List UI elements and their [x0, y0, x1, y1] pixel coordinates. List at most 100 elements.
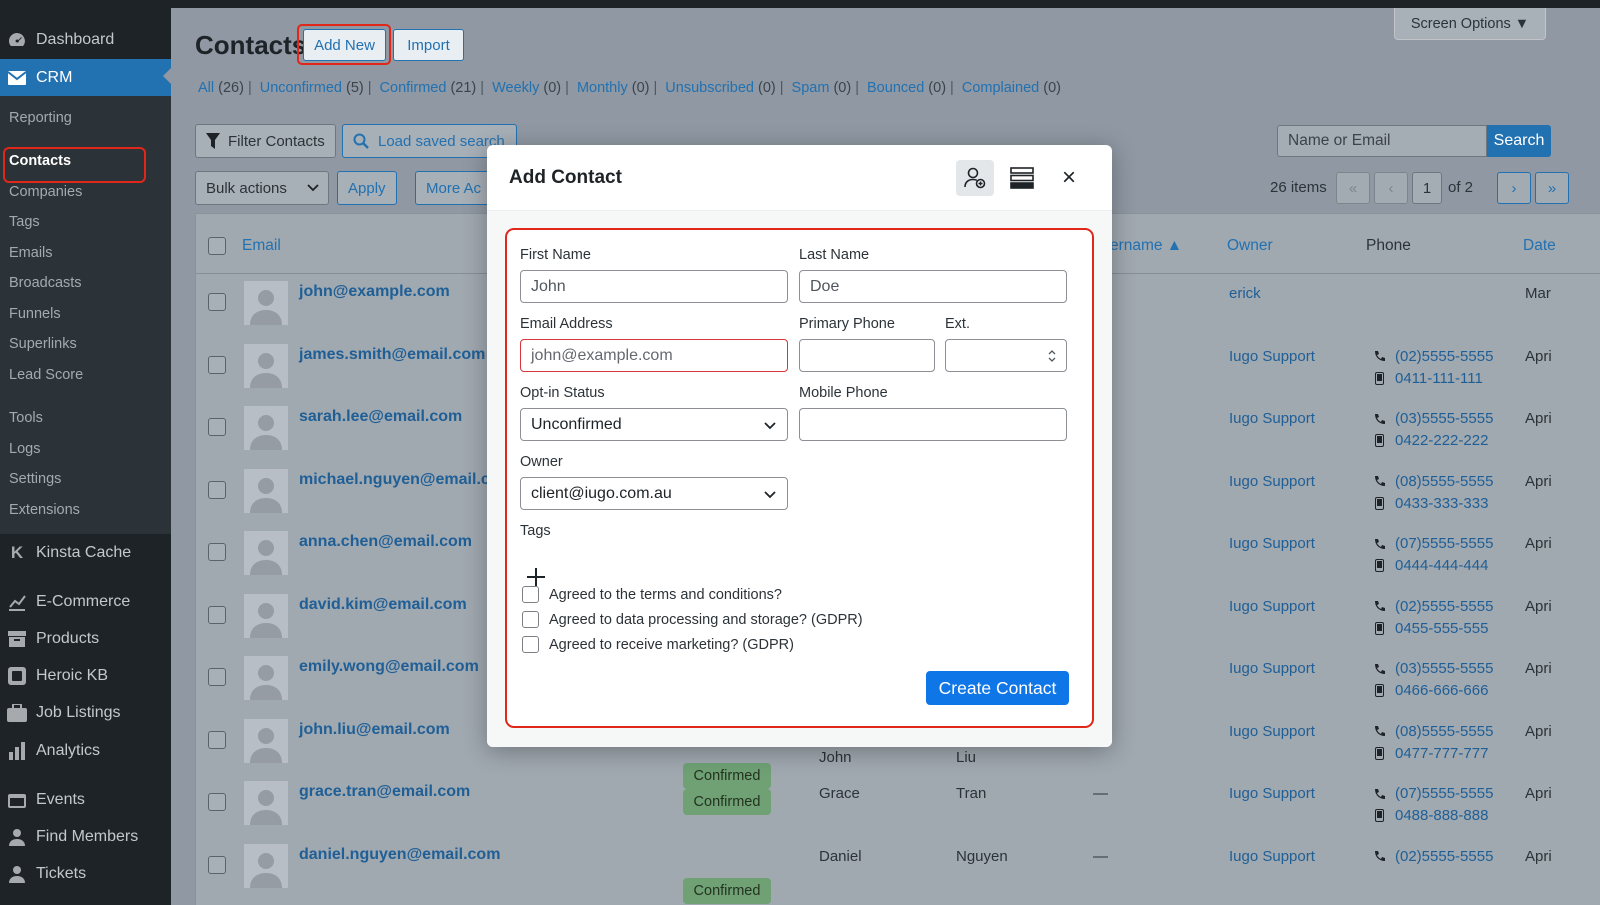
add-tag-plus-icon[interactable] [525, 566, 547, 588]
sidebar-item-events[interactable]: Events [0, 783, 171, 817]
contact-email-link[interactable]: emily.wong@email.com [299, 658, 479, 676]
submenu-lead-score[interactable]: Lead Score [9, 364, 83, 386]
contact-email-link[interactable]: daniel.nguyen@email.com [299, 846, 500, 864]
column-date[interactable]: Date [1523, 237, 1556, 255]
sidebar-item-crm[interactable]: CRM [0, 59, 171, 96]
contact-email-link[interactable]: michael.nguyen@email.c [299, 471, 490, 489]
gdpr-marketing-checkbox[interactable] [522, 636, 539, 653]
contact-email-link[interactable]: john.liu@email.com [299, 721, 450, 739]
filter-bounced[interactable]: Bounced (0) [867, 80, 946, 96]
primary-phone[interactable]: (07)5555-5555 [1372, 785, 1493, 802]
first-page-button[interactable]: « [1336, 172, 1370, 204]
bulk-actions-select[interactable]: Bulk actions [195, 171, 329, 205]
search-button[interactable]: Search [1487, 125, 1551, 157]
submenu-reporting[interactable]: Reporting [9, 107, 72, 129]
primary-phone-field[interactable] [799, 339, 935, 372]
create-contact-button[interactable]: Create Contact [926, 671, 1069, 705]
bulk-form-view-button[interactable] [1003, 160, 1041, 196]
owner-link[interactable]: Iugo Support [1229, 598, 1315, 615]
gdpr-processing-checkbox[interactable] [522, 611, 539, 628]
row-checkbox[interactable] [208, 605, 226, 624]
submenu-extensions[interactable]: Extensions [9, 499, 80, 521]
sidebar-item-find-members[interactable]: Find Members [0, 820, 171, 854]
sidebar-item-heroic-kb[interactable]: Heroic KB [0, 659, 171, 693]
submenu-superlinks[interactable]: Superlinks [9, 333, 77, 355]
owner-link[interactable]: Iugo Support [1229, 535, 1315, 552]
submenu-companies[interactable]: Companies [9, 181, 82, 203]
owner-link[interactable]: Iugo Support [1229, 473, 1315, 490]
filter-spam[interactable]: Spam (0) [792, 80, 852, 96]
filter-unsubscribed[interactable]: Unsubscribed (0) [665, 80, 775, 96]
primary-phone[interactable]: (08)5555-5555 [1372, 723, 1493, 740]
contact-email-link[interactable]: james.smith@email.com [299, 346, 485, 364]
filter-contacts-button[interactable]: Filter Contacts [195, 124, 336, 158]
last-page-button[interactable]: » [1535, 172, 1569, 204]
sidebar-item-job-listings[interactable]: Job Listings [0, 696, 171, 730]
primary-phone[interactable]: (03)5555-5555 [1372, 660, 1493, 677]
contact-email-link[interactable]: david.kim@email.com [299, 596, 467, 614]
submenu-tools[interactable]: Tools [9, 407, 43, 429]
sidebar-item-kinsta-cache[interactable]: K Kinsta Cache [0, 536, 171, 570]
row-checkbox[interactable] [208, 668, 226, 686]
mobile-phone[interactable]: 0411-111-111 [1372, 370, 1483, 387]
row-checkbox[interactable] [208, 543, 226, 561]
select-all-checkbox[interactable] [208, 237, 226, 255]
last-name-field[interactable]: Doe [799, 270, 1067, 303]
column-email[interactable]: Email [242, 237, 281, 255]
submenu-funnels[interactable]: Funnels [9, 303, 61, 325]
primary-phone[interactable]: (02)5555-5555 [1372, 598, 1493, 615]
column-owner[interactable]: Owner [1227, 237, 1273, 255]
row-checkbox[interactable] [208, 855, 226, 874]
filter-unconfirmed[interactable]: Unconfirmed (5) [260, 80, 364, 96]
sidebar-item-tickets[interactable]: Tickets [0, 857, 171, 891]
primary-phone[interactable]: (02)5555-5555 [1372, 848, 1493, 865]
import-button[interactable]: Import [393, 29, 464, 61]
optin-status-select[interactable]: Unconfirmed [520, 408, 788, 441]
first-name-field[interactable]: John [520, 270, 788, 303]
owner-link[interactable]: Iugo Support [1229, 348, 1315, 365]
submenu-logs[interactable]: Logs [9, 438, 40, 460]
primary-phone[interactable]: (07)5555-5555 [1372, 535, 1493, 552]
filter-confirmed[interactable]: Confirmed (21) [380, 80, 477, 96]
email-field[interactable]: john@example.com [520, 339, 788, 372]
owner-select[interactable]: client@iugo.com.au [520, 477, 788, 510]
filter-weekly[interactable]: Weekly (0) [492, 80, 561, 96]
owner-link[interactable]: Iugo Support [1229, 410, 1315, 427]
row-checkbox[interactable] [208, 480, 226, 499]
mobile-phone-field[interactable] [799, 408, 1067, 441]
terms-checkbox[interactable] [522, 586, 539, 603]
owner-link[interactable]: Iugo Support [1229, 785, 1315, 802]
contact-email-link[interactable]: anna.chen@email.com [299, 533, 472, 551]
owner-link[interactable]: Iugo Support [1229, 848, 1315, 865]
ext-field[interactable] [945, 339, 1067, 372]
sidebar-item-ecommerce[interactable]: E-Commerce [0, 585, 171, 619]
submenu-tags[interactable]: Tags [9, 211, 40, 233]
mobile-phone[interactable]: 0477-777-777 [1372, 745, 1488, 762]
filter-monthly[interactable]: Monthly (0) [577, 80, 650, 96]
row-checkbox[interactable] [208, 355, 226, 374]
contact-email-link[interactable]: grace.tran@email.com [299, 783, 470, 801]
sidebar-item-products[interactable]: Products [0, 622, 171, 656]
mobile-phone[interactable]: 0455-555-555 [1372, 620, 1488, 637]
primary-phone[interactable]: (02)5555-5555 [1372, 348, 1493, 365]
mobile-phone[interactable]: 0444-444-444 [1372, 557, 1488, 574]
gdpr-processing-checkbox-row[interactable]: Agreed to data processing and storage? (… [522, 611, 863, 628]
prev-page-button[interactable]: ‹ [1374, 172, 1408, 204]
submenu-emails[interactable]: Emails [9, 242, 53, 264]
contact-email-link[interactable]: sarah.lee@email.com [299, 408, 462, 426]
apply-button[interactable]: Apply [337, 171, 397, 205]
owner-link[interactable]: erick [1229, 285, 1261, 302]
mobile-phone[interactable]: 0488-888-888 [1372, 807, 1488, 824]
owner-link[interactable]: Iugo Support [1229, 660, 1315, 677]
submenu-broadcasts[interactable]: Broadcasts [9, 272, 82, 294]
sidebar-item-analytics[interactable]: Analytics [0, 734, 171, 768]
more-actions-button[interactable]: More Ac [415, 171, 495, 205]
current-page-input[interactable]: 1 [1412, 172, 1442, 204]
gdpr-marketing-checkbox-row[interactable]: Agreed to receive marketing? (GDPR) [522, 636, 794, 653]
filter-all[interactable]: All (26) [198, 80, 244, 96]
sidebar-item-dashboard[interactable]: Dashboard [0, 23, 171, 57]
primary-phone[interactable]: (03)5555-5555 [1372, 410, 1493, 427]
owner-link[interactable]: Iugo Support [1229, 723, 1315, 740]
next-page-button[interactable]: › [1497, 172, 1531, 204]
close-button[interactable]: × [1050, 160, 1088, 196]
